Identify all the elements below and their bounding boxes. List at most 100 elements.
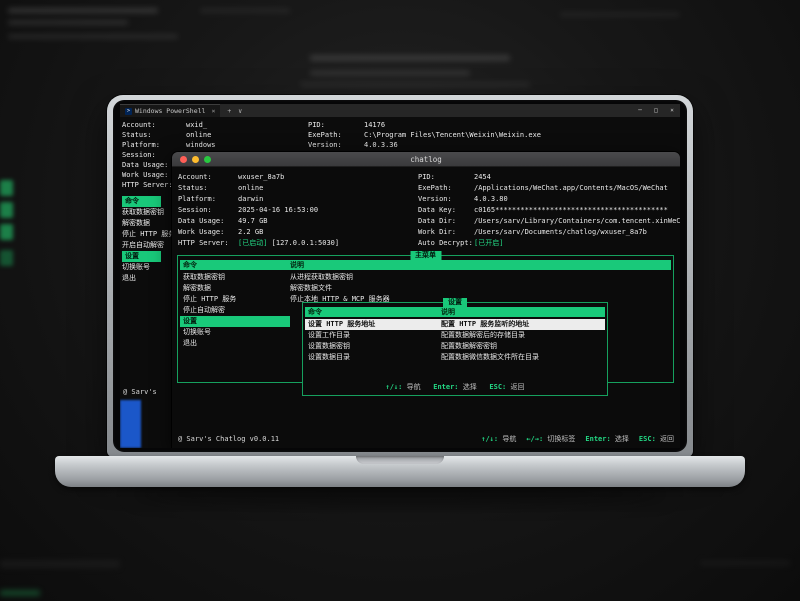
info-line: Work Usage:2.2 GBWork Dir:/Users/sarv/Do… xyxy=(178,227,680,238)
info-value: [已启动] [127.0.0.1:5030] xyxy=(238,238,418,249)
chatlog-titlebar[interactable]: chatlog xyxy=(172,152,680,167)
info-label: Status: xyxy=(178,183,238,194)
powershell-titlebar: > Windows PowerShell × + ∨ ─ □ × xyxy=(120,104,680,117)
laptop-screen-frame: > Windows PowerShell × + ∨ ─ □ × xyxy=(107,95,693,457)
info-label: Auto Decrypt: xyxy=(418,238,474,249)
info-label: Data Usage: xyxy=(178,216,238,227)
menu-item-description: 配置数据解密后的存储目录 xyxy=(441,330,605,341)
menu-header-label: 命令 xyxy=(122,196,161,207)
info-value: darwin xyxy=(238,194,418,205)
menu-item-set-work-dir[interactable]: 设置工作目录 配置数据解密后的存储目录 xyxy=(305,330,605,341)
background-green-block xyxy=(0,250,13,266)
info-value: 14176 xyxy=(364,121,385,129)
info-value: windows xyxy=(186,140,308,150)
keyhint-label: 导航 xyxy=(407,383,421,391)
keyhint-key: ←/→: xyxy=(526,435,543,443)
keyhint-key: Enter: xyxy=(433,383,458,391)
info-value: wxid_ xyxy=(186,120,308,130)
menu-item-command: 切换账号 xyxy=(180,327,290,338)
info-label: Data Key: xyxy=(418,205,474,216)
menu-item-command: 设置数据目录 xyxy=(305,352,441,363)
info-value: /Users/sarv/Library/Containers/com.tence… xyxy=(474,217,680,225)
menu-item-auto-decrypt[interactable]: 开启自动解密 xyxy=(122,240,175,251)
info-line: Status:onlineExePath:/Applications/WeCha… xyxy=(178,183,680,194)
settings-menu-box: 设置 命令 说明 设置 HTTP 服务地址 配置 HTTP 服务监听的地址 设置… xyxy=(302,302,608,396)
info-value: C:\Program Files\Tencent\Weixin\Weixin.e… xyxy=(364,131,541,139)
info-line: Status:onlineExePath:C:\Program Files\Te… xyxy=(122,130,680,140)
menu-item-command: 设置数据密钥 xyxy=(305,341,441,352)
info-value: wxuser_8a7b xyxy=(238,172,418,183)
background-blur-bar xyxy=(8,20,128,25)
menu-item-decrypt-data[interactable]: 解密数据 解密数据文件 xyxy=(180,283,671,294)
window-title: chatlog xyxy=(172,155,680,164)
info-label: Data Dir: xyxy=(418,216,474,227)
info-label: Account: xyxy=(178,172,238,183)
new-tab-button[interactable]: + xyxy=(227,107,231,115)
keyhint-key: ↑/↓: xyxy=(481,435,498,443)
tab-windows-powershell[interactable]: > Windows PowerShell × xyxy=(120,104,220,117)
menu-item-exit[interactable]: 退出 xyxy=(122,273,175,284)
info-line: Platform:darwinVersion:4.0.3.80 xyxy=(178,194,680,205)
menu-item-settings-selected[interactable]: 设置 xyxy=(122,251,175,262)
info-line: Account:wxuser_8a7bPID:2454 xyxy=(178,172,680,183)
menu-item-description: 解密数据文件 xyxy=(290,283,671,294)
tab-dropdown-icon[interactable]: ∨ xyxy=(238,107,242,115)
menu-item-command: 停止 HTTP 服务 xyxy=(180,294,290,305)
laptop-base xyxy=(55,456,745,487)
keyhint-label: 选择 xyxy=(463,383,477,391)
info-label: Platform: xyxy=(178,194,238,205)
chatlog-window: chatlog Account:wxuser_8a7bPID:2454 Stat… xyxy=(172,152,680,448)
keyhint-key: Enter: xyxy=(585,435,610,443)
info-value: 2454 xyxy=(474,173,491,181)
info-value: 49.7 GB xyxy=(238,216,418,227)
menu-item-set-data-key[interactable]: 设置数据密钥 配置数据解密密钥 xyxy=(305,341,605,352)
menu-item-set-data-dir[interactable]: 设置数据目录 配置数据微信数据文件所在目录 xyxy=(305,352,605,363)
chatlog-session-info: Account:wxuser_8a7bPID:2454 Status:onlin… xyxy=(172,168,680,249)
info-label: HTTP Server: xyxy=(178,238,238,249)
menu-item-decrypt-data[interactable]: 解密数据 xyxy=(122,218,175,229)
menu-item-set-http-address-selected[interactable]: 设置 HTTP 服务地址 配置 HTTP 服务监听的地址 xyxy=(305,319,605,330)
keyhint-label: 导航 xyxy=(502,435,516,443)
chatlog-statusbar: @ Sarv's Chatlog v0.0.11 ↑/↓: 导航 ←/→: 切换… xyxy=(178,434,674,444)
info-label: PID: xyxy=(418,172,474,183)
keyhint: ↑/↓: 导航 xyxy=(481,434,516,444)
column-command: 命令 xyxy=(305,307,441,317)
maximize-button[interactable]: □ xyxy=(648,107,664,114)
keyhint-key: ESC: xyxy=(639,435,656,443)
close-button[interactable]: × xyxy=(664,107,680,114)
background-green-block xyxy=(0,590,40,596)
background-green-block xyxy=(0,202,13,218)
settings-menu-title: 设置 xyxy=(443,298,467,307)
main-menu-title: 主菜单 xyxy=(410,251,441,260)
menu-item-stop-http[interactable]: 停止 HTTP 服务 xyxy=(122,229,175,240)
background-blur-bar xyxy=(310,55,510,61)
laptop-shadow xyxy=(130,486,670,502)
menu-item-command: 设置工作目录 xyxy=(305,330,441,341)
chatlog-terminal: Account:wxuser_8a7bPID:2454 Status:onlin… xyxy=(172,168,680,448)
powershell-statusbar-left: @ Sarv's xyxy=(123,388,157,396)
info-line: Session:2025-04-16 16:53:00Data Key:c016… xyxy=(178,205,680,216)
info-label: Version: xyxy=(418,194,474,205)
statusbar-app-version: @ Sarv's Chatlog v0.0.11 xyxy=(178,434,279,444)
menu-item-command: 设置 xyxy=(180,316,290,327)
info-label: Session: xyxy=(178,205,238,216)
info-value: c0165***********************************… xyxy=(474,206,668,214)
auto-decrypt-badge: [已开启] xyxy=(474,239,503,247)
minimize-button[interactable]: ─ xyxy=(632,107,648,114)
background-blur-bar xyxy=(300,82,530,87)
menu-column-header: 命令 xyxy=(122,196,175,207)
info-line: Data Usage:49.7 GBData Dir:/Users/sarv/L… xyxy=(178,216,680,227)
info-value: online xyxy=(238,183,418,194)
menu-item-description: 配置数据微信数据文件所在目录 xyxy=(441,352,605,363)
column-command: 命令 xyxy=(180,260,290,270)
menu-item-get-data-key[interactable]: 获取数据密钥 从进程获取数据密钥 xyxy=(180,272,671,283)
http-started-badge: [已启动] xyxy=(238,239,267,247)
menu-item-label: 开启自动解密 xyxy=(122,241,164,249)
menu-item-get-data-key[interactable]: 获取数据密钥 xyxy=(122,207,175,218)
info-label: Status: xyxy=(122,130,186,140)
tab-close-icon[interactable]: × xyxy=(211,107,215,115)
menu-item-label: 退出 xyxy=(122,274,136,282)
menu-item-switch-account[interactable]: 切换账号 xyxy=(122,262,175,273)
menu-item-label: 设置 xyxy=(122,251,161,262)
info-value: 2025-04-16 16:53:00 xyxy=(238,205,418,216)
